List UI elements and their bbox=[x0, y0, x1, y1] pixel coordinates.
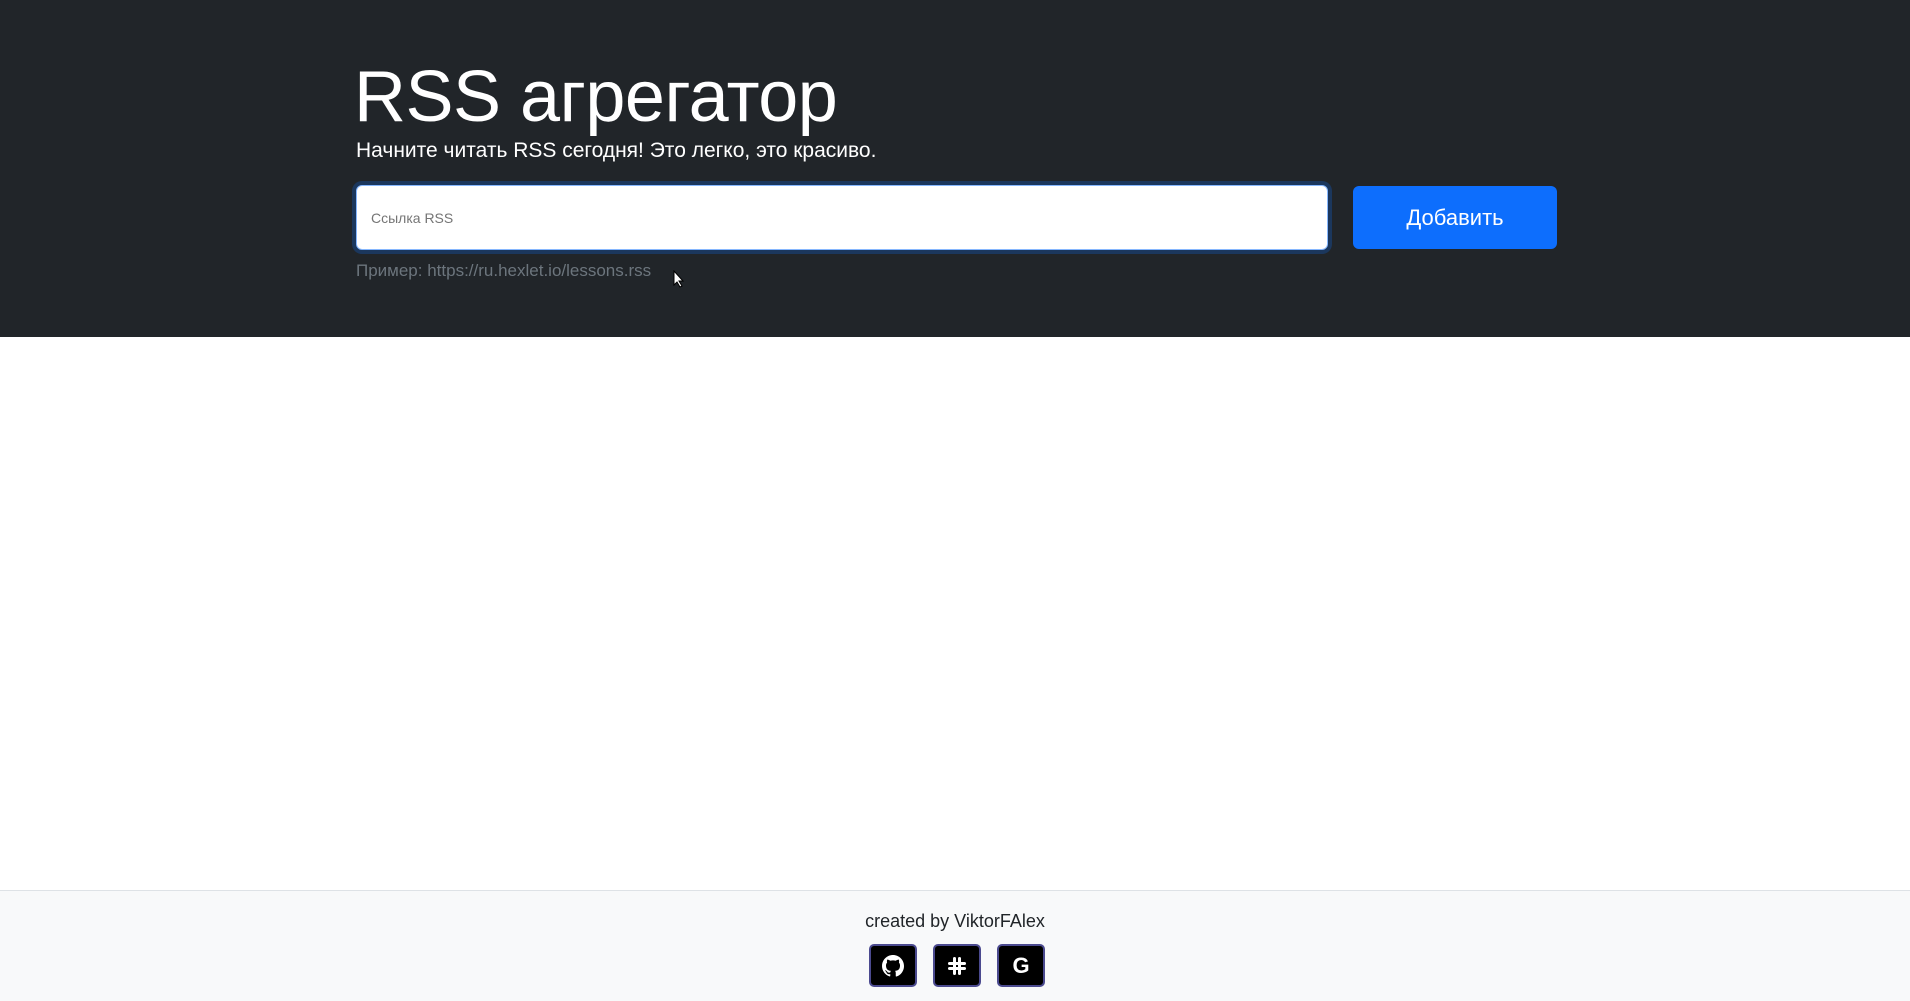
add-button[interactable]: Добавить bbox=[1353, 186, 1557, 249]
hero-section: RSS агрегатор Начните читать RSS сегодня… bbox=[0, 0, 1910, 337]
mouse-cursor-icon bbox=[673, 270, 685, 288]
github-icon bbox=[882, 954, 904, 977]
google-link[interactable]: G bbox=[997, 944, 1045, 987]
page-lead: Начните читать RSS сегодня! Это легко, э… bbox=[356, 139, 877, 162]
slack-link[interactable] bbox=[933, 944, 981, 987]
github-link[interactable] bbox=[869, 944, 917, 987]
slack-icon bbox=[948, 956, 966, 975]
footer-credit: created by ViktorFAlex bbox=[865, 911, 1045, 931]
example-hint: Пример: https://ru.hexlet.io/lessons.rss bbox=[356, 261, 652, 280]
google-icon: G bbox=[1012, 952, 1030, 978]
rss-url-input[interactable] bbox=[356, 185, 1328, 250]
footer: created by ViktorFAlex G bbox=[0, 890, 1910, 1001]
page-title: RSS агрегатор bbox=[354, 57, 838, 137]
